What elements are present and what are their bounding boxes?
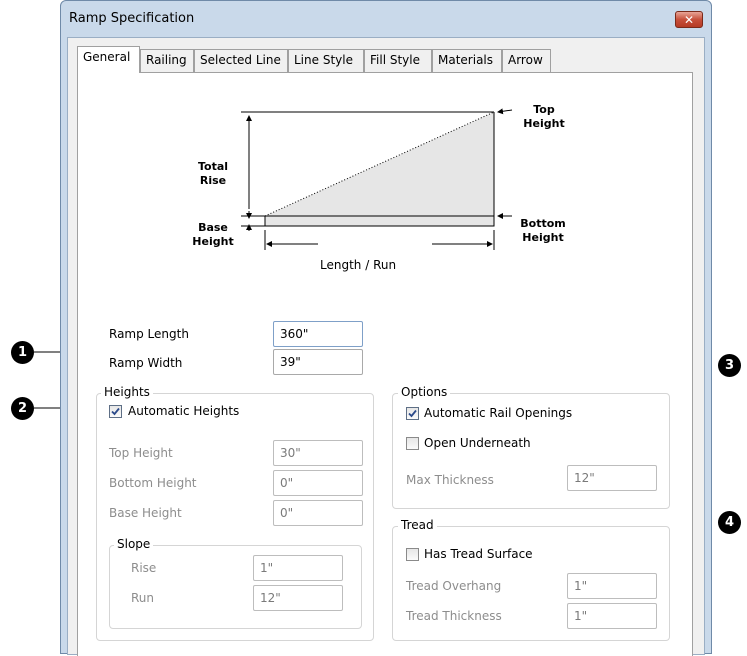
open-underneath-label: Open Underneath bbox=[424, 436, 531, 450]
check-icon bbox=[408, 409, 417, 418]
slope-run-field[interactable]: 12" bbox=[253, 585, 343, 611]
tab-selected-line[interactable]: Selected Line bbox=[194, 49, 288, 72]
tab-arrow[interactable]: Arrow bbox=[502, 49, 551, 72]
heights-group-title: Heights bbox=[101, 385, 153, 399]
tab-line-style[interactable]: Line Style bbox=[288, 49, 364, 72]
base-height-label: Base Height bbox=[109, 506, 182, 520]
slope-rise-label: Rise bbox=[131, 561, 157, 575]
automatic-heights-checkbox[interactable] bbox=[109, 405, 122, 418]
slope-run-label: Run bbox=[131, 591, 155, 605]
general-tab-panel: Total Rise Base Height Top Height Bottom… bbox=[77, 72, 693, 656]
callout-badge-2: 2 bbox=[11, 397, 34, 420]
slope-rise-field[interactable]: 1" bbox=[253, 555, 343, 581]
tread-overhang-field[interactable]: 1" bbox=[567, 573, 657, 599]
ramp-width-field[interactable]: 39" bbox=[273, 349, 363, 375]
ramp-length-label: Ramp Length bbox=[109, 327, 189, 341]
callout-badge-3: 3 bbox=[718, 354, 741, 377]
max-thickness-label: Max Thickness bbox=[406, 473, 494, 487]
tread-thickness-label: Tread Thickness bbox=[406, 609, 502, 623]
bottom-height-label: Bottom Height bbox=[109, 476, 197, 490]
open-underneath-checkbox[interactable] bbox=[406, 437, 419, 450]
tab-general[interactable]: General bbox=[77, 46, 140, 73]
ramp-width-label: Ramp Width bbox=[109, 356, 183, 370]
diagram-base-height-label: Base Height bbox=[192, 221, 234, 248]
auto-rail-openings-checkbox[interactable] bbox=[406, 407, 419, 420]
has-tread-surface-label: Has Tread Surface bbox=[424, 547, 533, 561]
ramp-length-field[interactable]: 360" bbox=[273, 321, 363, 347]
tread-group-title: Tread bbox=[398, 518, 437, 532]
options-group-title: Options bbox=[398, 385, 451, 399]
tab-fill-style[interactable]: Fill Style bbox=[364, 49, 432, 72]
diagram-top-height-label: Top Height bbox=[523, 103, 565, 130]
bottom-height-field[interactable]: 0" bbox=[273, 470, 363, 496]
slope-group-title: Slope bbox=[114, 537, 154, 551]
callout-badge-4: 4 bbox=[718, 511, 741, 534]
close-button[interactable]: ✕ bbox=[675, 11, 703, 28]
base-height-field[interactable]: 0" bbox=[273, 500, 363, 526]
tread-overhang-label: Tread Overhang bbox=[406, 579, 502, 593]
dialog-client-area: General Railing Selected Line Line Style… bbox=[67, 37, 705, 656]
window-title: Ramp Specification bbox=[69, 11, 195, 26]
check-icon bbox=[111, 407, 120, 416]
top-height-label: Top Height bbox=[109, 446, 173, 460]
close-icon: ✕ bbox=[683, 12, 695, 27]
automatic-heights-label: Automatic Heights bbox=[128, 404, 240, 418]
has-tread-surface-checkbox[interactable] bbox=[406, 548, 419, 561]
callout-badge-1: 1 bbox=[11, 341, 34, 364]
tread-thickness-field[interactable]: 1" bbox=[567, 603, 657, 629]
diagram-length-run-label: Length / Run bbox=[318, 258, 399, 272]
tab-materials[interactable]: Materials bbox=[432, 49, 502, 72]
top-height-field[interactable]: 30" bbox=[273, 440, 363, 466]
diagram-bottom-height-label: Bottom Height bbox=[520, 217, 566, 244]
auto-rail-openings-label: Automatic Rail Openings bbox=[424, 406, 573, 420]
max-thickness-field[interactable]: 12" bbox=[567, 465, 657, 491]
tab-railing[interactable]: Railing bbox=[140, 49, 194, 72]
diagram-total-rise-label: Total Rise bbox=[197, 160, 229, 187]
ramp-specification-dialog: Ramp Specification ✕ General Railing Sel… bbox=[60, 0, 712, 656]
title-bar[interactable]: Ramp Specification ✕ bbox=[61, 1, 711, 37]
